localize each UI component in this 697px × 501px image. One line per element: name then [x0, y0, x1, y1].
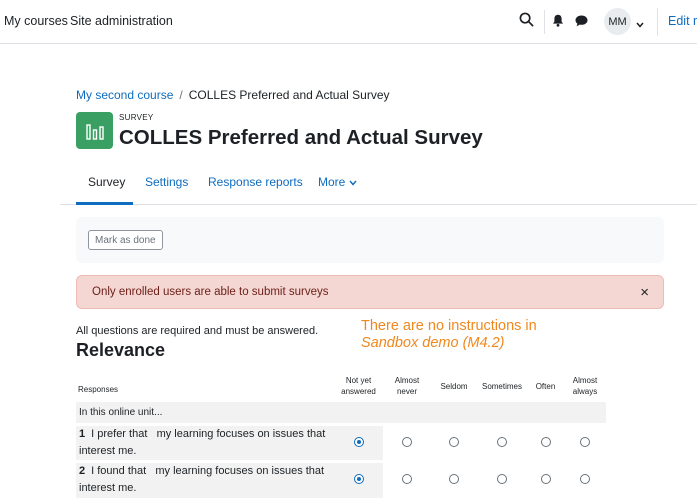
question-group-row: In this online unit...: [76, 402, 606, 424]
breadcrumb-course-link[interactable]: My second course: [76, 88, 173, 102]
table-row: 1I prefer that my learning focuses on is…: [76, 422, 606, 461]
tab-survey[interactable]: Survey: [88, 175, 125, 189]
nav-separator: [544, 10, 545, 34]
bell-icon[interactable]: [552, 14, 564, 32]
required-note: All questions are required and must be a…: [76, 325, 319, 337]
secondary-navigation: Survey Settings Response reports More: [60, 168, 697, 205]
radio-almost-always[interactable]: [580, 436, 590, 447]
radio-not-yet-answered[interactable]: [353, 474, 364, 485]
search-icon[interactable]: [519, 12, 534, 32]
radio-cell: [334, 459, 383, 498]
chat-icon[interactable]: [575, 14, 588, 32]
radio-often[interactable]: [540, 436, 551, 447]
radio-cell: [527, 459, 564, 498]
alert-message: Only enrolled users are able to submit s…: [92, 286, 329, 298]
radio-cell: [431, 459, 477, 498]
radio-not-yet-answered[interactable]: [353, 436, 364, 447]
radio-cell: [477, 459, 527, 498]
radio-cell: [383, 459, 431, 498]
header-almost-always: Almost always: [564, 370, 606, 402]
section-title: Relevance: [76, 340, 166, 360]
nav-my-courses[interactable]: My courses: [4, 14, 68, 28]
annotation-line-1: There are no instructions in: [361, 318, 537, 334]
radio-cell: [527, 422, 564, 461]
page-title: COLLES Preferred and Actual Survey: [119, 126, 483, 149]
radio-almost-always[interactable]: [580, 474, 590, 485]
breadcrumb-separator: /: [179, 88, 183, 102]
radio-sometimes[interactable]: [497, 436, 507, 447]
tab-more[interactable]: More: [318, 175, 357, 189]
activity-completion-panel: Mark as done: [76, 217, 664, 263]
tab-response-reports[interactable]: Response reports: [208, 175, 303, 189]
header-almost-never: Almost never: [383, 370, 431, 402]
nav-site-administration[interactable]: Site administration: [70, 14, 173, 28]
tab-settings[interactable]: Settings: [145, 175, 188, 189]
close-icon[interactable]: ×: [640, 284, 649, 301]
question-number: 1: [79, 427, 86, 440]
header-almost-never-label: Almost never: [394, 376, 420, 396]
radio-almost-never[interactable]: [402, 436, 412, 447]
header-often: Often: [535, 381, 556, 391]
top-navbar: My courses Site administration MM Edit m: [0, 0, 697, 44]
header-responses: Responses: [78, 384, 119, 394]
annotation-callout: There are no instructions in Sandbox dem…: [361, 318, 537, 352]
edit-mode-label[interactable]: Edit m: [668, 14, 697, 28]
active-tab-indicator: [76, 202, 133, 205]
radio-cell: [564, 459, 606, 498]
radio-cell: [564, 422, 606, 461]
radio-cell: [383, 422, 431, 461]
question-prefix: I found that: [91, 465, 147, 478]
radio-cell: [334, 422, 383, 461]
table-header-row: Responses Not yet answered Almost never …: [76, 370, 606, 402]
table-row: 2I found that my learning focuses on iss…: [76, 459, 606, 498]
user-avatar[interactable]: MM: [604, 8, 631, 35]
radio-cell: [431, 422, 477, 461]
question-prefix: I prefer that: [91, 427, 148, 440]
radio-seldom[interactable]: [449, 436, 459, 447]
question-number: 2: [79, 465, 86, 478]
activity-type-label: SURVEY: [119, 113, 154, 122]
radio-often[interactable]: [540, 474, 551, 485]
header-not-yet-answered-label: Not yet answered: [341, 376, 376, 396]
question-text: 1I prefer that my learning focuses on is…: [76, 422, 334, 461]
header-not-yet-answered: Not yet answered: [334, 370, 383, 402]
tab-more-label: More: [318, 175, 346, 189]
survey-question-table: Responses Not yet answered Almost never …: [76, 370, 606, 498]
survey-activity-icon: [76, 112, 113, 149]
breadcrumb: My second course / COLLES Preferred and Ac…: [76, 88, 390, 102]
question-text: 2I found that my learning focuses on iss…: [76, 459, 334, 498]
radio-cell: [477, 422, 527, 461]
radio-almost-never[interactable]: [402, 474, 412, 485]
header-almost-always-label: Almost always: [572, 376, 598, 396]
radio-seldom[interactable]: [449, 474, 459, 485]
enrolment-alert: Only enrolled users are able to submit s…: [76, 275, 664, 309]
header-sometimes: Sometimes: [481, 381, 522, 391]
radio-sometimes[interactable]: [497, 474, 507, 485]
header-seldom: Seldom: [440, 381, 468, 391]
mark-as-done-button[interactable]: Mark as done: [88, 230, 163, 250]
breadcrumb-current: COLLES Preferred and Actual Survey: [188, 88, 390, 102]
question-group-label: In this online unit...: [76, 402, 606, 424]
chevron-down-icon: [349, 180, 357, 186]
chevron-down-icon[interactable]: [636, 15, 644, 33]
annotation-line-2: Sandbox demo (M4.2): [361, 335, 505, 351]
nav-divider: [657, 8, 658, 36]
